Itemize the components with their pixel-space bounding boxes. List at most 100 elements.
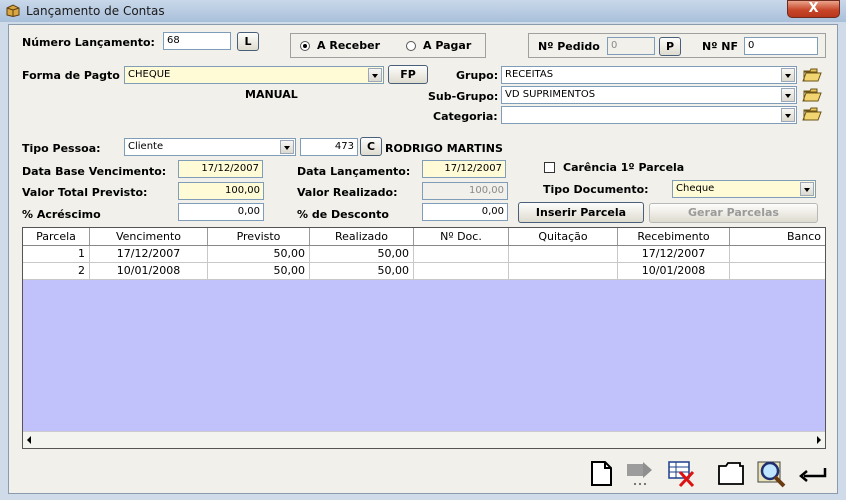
return-icon[interactable] — [798, 458, 828, 488]
data-lancamento-input[interactable]: 17/12/2007 — [422, 160, 506, 178]
inserir-parcela-button[interactable]: Inserir Parcela — [518, 202, 644, 223]
quitacao-cell — [509, 246, 618, 262]
valor-realizado-input[interactable]: 100,00 — [422, 182, 508, 200]
chevron-down-icon[interactable] — [280, 140, 294, 154]
column-header[interactable]: Previsto — [208, 228, 310, 245]
forma-pagto-button[interactable]: FP — [388, 65, 428, 84]
app-box-icon — [6, 4, 20, 17]
tipo-pessoa-label: Tipo Pessoa: — [22, 142, 101, 155]
acrescimo-input[interactable]: 0,00 — [178, 203, 264, 221]
column-header[interactable]: Parcela — [23, 228, 90, 245]
previsto-cell: 50,00 — [208, 246, 310, 262]
table-header: Parcela Vencimento Previsto Realizado Nº… — [23, 228, 825, 246]
sub-grupo-label: Sub-Grupo: — [428, 90, 499, 103]
a-receber-radio[interactable] — [300, 41, 310, 51]
forma-pagto-mode: MANUAL — [245, 88, 298, 101]
numero-lancamento-input[interactable]: 68 — [163, 32, 231, 50]
a-pagar-radio[interactable] — [406, 41, 416, 51]
sub-grupo-select[interactable]: VD SUPRIMENTOS — [501, 86, 797, 104]
chevron-down-icon[interactable] — [800, 182, 814, 196]
open-folder-icon[interactable] — [802, 86, 822, 104]
valor-previsto-label: Valor Total Previsto: — [22, 186, 148, 199]
pessoa-code-input[interactable]: 473 — [300, 138, 358, 156]
search-icon[interactable] — [756, 458, 786, 488]
open-folder-icon[interactable] — [802, 66, 822, 84]
scroll-right-icon[interactable] — [816, 436, 822, 444]
numero-lancamento-label: Número Lançamento: — [22, 36, 155, 49]
parcela-cell: 1 — [23, 246, 90, 262]
chevron-down-icon[interactable] — [781, 88, 795, 102]
chevron-down-icon[interactable] — [781, 108, 795, 122]
grupo-value: RECEITAS — [505, 69, 554, 80]
realizado-cell: 50,00 — [310, 246, 414, 262]
desconto-input[interactable]: 0,00 — [422, 203, 508, 221]
recebimento-cell: 17/12/2007 — [618, 246, 730, 262]
categoria-label: Categoria: — [433, 110, 498, 123]
column-header[interactable]: Quitação — [509, 228, 618, 245]
chevron-down-icon[interactable] — [368, 68, 382, 82]
forma-pagto-label: Forma de Pagto — [22, 69, 120, 82]
window: Lançamento de Contas X Número Lançamento… — [0, 0, 846, 500]
grupo-label: Grupo: — [456, 69, 499, 82]
tipo-pessoa-select[interactable]: Cliente — [124, 138, 296, 156]
valor-realizado-label: Valor Realizado: — [297, 186, 398, 199]
quitacao-cell — [509, 263, 618, 279]
gerar-parcelas-button[interactable]: Gerar Parcelas — [649, 203, 818, 223]
pedido-nf-box: Nº Pedido 0 P Nº NF 0 — [528, 33, 826, 58]
forma-pagto-value: CHEQUE — [128, 69, 171, 80]
desconto-label: % de Desconto — [297, 208, 389, 221]
nf-label: Nº NF — [702, 40, 738, 53]
tipo-documento-label: Tipo Documento: — [543, 183, 649, 196]
delete-record-icon[interactable] — [666, 458, 696, 488]
realizado-cell: 50,00 — [310, 263, 414, 279]
table-row[interactable]: 1 17/12/2007 50,00 50,00 17/12/2007 — [23, 246, 825, 263]
window-title: Lançamento de Contas — [26, 4, 165, 18]
previsto-cell: 50,00 — [208, 263, 310, 279]
carencia-checkbox[interactable] — [544, 162, 555, 173]
parcelas-table: Parcela Vencimento Previsto Realizado Nº… — [22, 227, 826, 449]
scroll-left-icon[interactable] — [26, 436, 32, 444]
doc-cell — [414, 246, 509, 262]
chevron-down-icon[interactable] — [781, 68, 795, 82]
data-base-input[interactable]: 17/12/2007 — [178, 160, 263, 178]
folder-icon[interactable] — [716, 458, 746, 488]
banco-cell — [730, 263, 825, 279]
pessoa-name: RODRIGO MARTINS — [385, 142, 503, 155]
open-folder-icon[interactable] — [802, 105, 822, 123]
data-lancamento-label: Data Lançamento: — [297, 165, 411, 178]
acrescimo-label: % Acréscimo — [22, 208, 101, 221]
lookup-pedido-button[interactable]: P — [659, 37, 681, 56]
column-header[interactable]: Banco — [730, 228, 825, 245]
column-header[interactable]: Realizado — [310, 228, 414, 245]
tipo-pessoa-value: Cliente — [128, 141, 164, 152]
valor-previsto-input[interactable]: 100,00 — [178, 182, 264, 200]
disabled-action-icon[interactable] — [624, 458, 654, 488]
vencimento-cell: 17/12/2007 — [90, 246, 208, 262]
categoria-select[interactable] — [501, 106, 797, 124]
nf-input[interactable]: 0 — [744, 37, 818, 55]
doc-cell — [414, 263, 509, 279]
column-header[interactable]: Recebimento — [618, 228, 730, 245]
title-bar: Lançamento de Contas X — [0, 0, 846, 22]
sub-grupo-value: VD SUPRIMENTOS — [505, 89, 596, 100]
carencia-label: Carência 1º Parcela — [563, 161, 685, 174]
vencimento-cell: 10/01/2008 — [90, 263, 208, 279]
column-header[interactable]: Nº Doc. — [414, 228, 509, 245]
grupo-select[interactable]: RECEITAS — [501, 66, 797, 84]
horizontal-scrollbar[interactable] — [23, 431, 825, 448]
new-document-icon[interactable] — [586, 458, 616, 488]
tipo-documento-select[interactable]: Cheque — [672, 180, 816, 198]
a-receber-label: A Receber — [317, 39, 381, 52]
pedido-input[interactable]: 0 — [607, 37, 655, 55]
table-row[interactable]: 2 10/01/2008 50,00 50,00 10/01/2008 — [23, 263, 825, 280]
lookup-lancamento-button[interactable]: L — [237, 32, 259, 51]
column-header[interactable]: Vencimento — [90, 228, 208, 245]
parcela-cell: 2 — [23, 263, 90, 279]
tipo-conta-radiogroup: A Receber A Pagar — [290, 33, 486, 58]
lookup-pessoa-button[interactable]: C — [360, 137, 382, 156]
forma-pagto-select[interactable]: CHEQUE — [124, 66, 384, 84]
close-button[interactable]: X — [787, 0, 840, 18]
data-base-label: Data Base Vencimento: — [22, 165, 167, 178]
recebimento-cell: 10/01/2008 — [618, 263, 730, 279]
a-pagar-label: A Pagar — [423, 39, 472, 52]
